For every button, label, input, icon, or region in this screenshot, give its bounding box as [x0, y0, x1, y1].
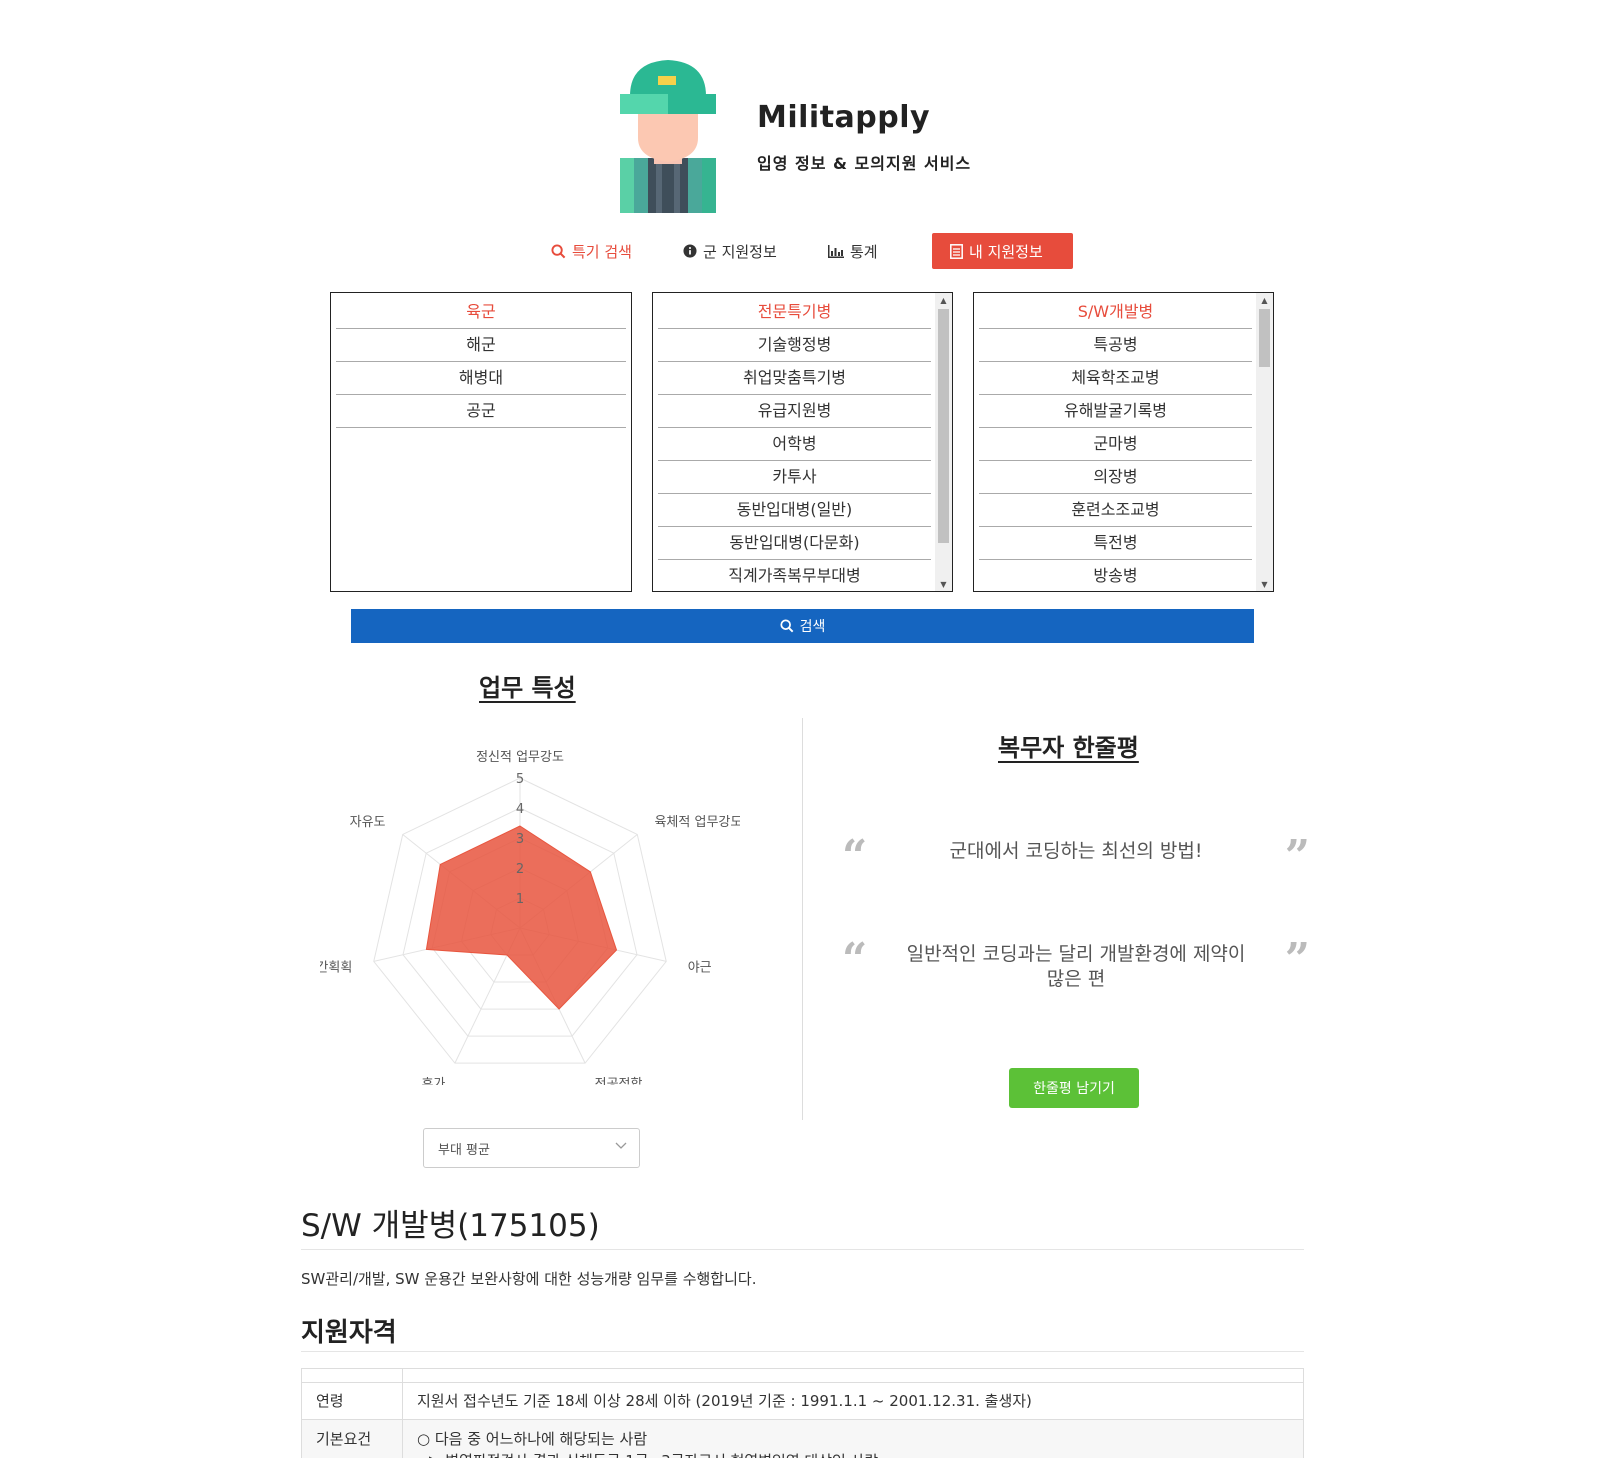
category-item[interactable]: 어학병 — [658, 428, 931, 461]
divider — [301, 1351, 1304, 1352]
category-item[interactable]: 취업맞춤특기병 — [658, 362, 931, 395]
bar-chart-icon — [828, 244, 844, 258]
scroll-down-icon[interactable]: ▼ — [935, 577, 952, 591]
radar-tick-label: 4 — [516, 802, 524, 817]
review-section-title: 복무자 한줄평 — [998, 734, 1139, 762]
row-value: 지원서 접수년도 기준 18세 이상 28세 이하 (2019년 기준 : 19… — [402, 1382, 1304, 1420]
specialty-item[interactable]: 방송병 — [979, 560, 1252, 591]
specialty-item[interactable]: 의장병 — [979, 461, 1252, 494]
radar-category-label: 시간획획 — [320, 960, 352, 975]
nav-label: 군 지원정보 — [703, 242, 777, 261]
search-icon — [780, 619, 794, 633]
qualification-title: 지원자격 — [301, 1318, 397, 1348]
radar-tick-label: 5 — [516, 772, 524, 787]
specialty-item[interactable]: S/W개발병 — [979, 296, 1252, 329]
specialty-item[interactable]: 군마병 — [979, 428, 1252, 461]
row-value: ○ 다음 중 어느하나에 해당되는 사람 — [417, 1430, 648, 1448]
scroll-down-icon[interactable]: ▼ — [1256, 577, 1273, 591]
category-list[interactable]: 전문특기병 기술행정병 취업맞춤특기병 유급지원병 어학병 카투사 동반입대병(… — [652, 292, 953, 592]
branch-list[interactable]: 육군 해군 해병대 공군 — [330, 292, 632, 592]
chevron-down-icon — [615, 1139, 627, 1154]
category-item[interactable]: 전문특기병 — [658, 296, 931, 329]
scroll-thumb[interactable] — [938, 309, 949, 543]
review-text: 일반적인 코딩과는 달리 개발환경에 제약이 많은 편 — [906, 943, 1246, 990]
nav-my-application[interactable]: 내 지원정보 — [932, 233, 1073, 269]
radar-category-label: 휴가 — [421, 1077, 445, 1085]
scroll-up-icon[interactable]: ▲ — [1256, 293, 1273, 307]
radar-category-label: 육체적 업무강도 — [654, 815, 740, 830]
nav-military-info[interactable]: 군 지원정보 — [683, 233, 777, 269]
nav-label: 특기 검색 — [572, 242, 632, 261]
category-item[interactable]: 기술행정병 — [658, 329, 931, 362]
category-item[interactable]: 카투사 — [658, 461, 931, 494]
document-icon — [950, 243, 963, 259]
specialty-item[interactable]: 체육학조교병 — [979, 362, 1252, 395]
row-value-sub: ▶ 병역판정검사 결과 신체등급 1급~3급자로서 현역병입영 대상인 사람 — [417, 1450, 1289, 1458]
work-section-title: 업무 특성 — [479, 674, 576, 702]
radar-category-label: 야근 — [688, 960, 712, 975]
branch-item[interactable]: 해병대 — [336, 362, 626, 395]
review-quote: “ 군대에서 코딩하는 최선의 방법! ” — [842, 835, 1310, 879]
search-button[interactable]: 검색 — [351, 609, 1254, 643]
scroll-thumb[interactable] — [1259, 309, 1270, 367]
qualification-table: 연령 지원서 접수년도 기준 18세 이상 28세 이하 (2019년 기준 :… — [301, 1368, 1304, 1458]
brand-subtitle: 입영 정보 & 모의지원 서비스 — [757, 154, 972, 173]
search-icon — [551, 243, 566, 259]
specialty-item[interactable]: 유해발굴기록병 — [979, 395, 1252, 428]
brand-title: Militapply — [757, 100, 931, 135]
open-quote-icon: “ — [842, 831, 868, 882]
radar-tick-label: 2 — [516, 862, 524, 877]
radar-tick-label: 1 — [516, 892, 524, 907]
review-quote: “ 일반적인 코딩과는 달리 개발환경에 제약이 많은 편 ” — [842, 938, 1310, 992]
branch-item[interactable]: 공군 — [336, 395, 626, 428]
search-button-label: 검색 — [799, 619, 826, 635]
specialty-scrollbar[interactable]: ▲ ▼ — [1256, 293, 1273, 591]
category-item[interactable]: 동반입대병(다문화) — [658, 527, 931, 560]
specialty-item[interactable]: 훈련소조교병 — [979, 494, 1252, 527]
table-header-row — [301, 1368, 1304, 1383]
row-key: 연령 — [301, 1382, 403, 1420]
work-radar-chart: 1 2 3 4 5 정신적 업무강도육체적 업무강도야근전공적합 휴가 시간획획 자유도 — [320, 750, 740, 1085]
table-row: 기본요건 ○ 다음 중 어느하나에 해당되는 사람 ▶ 병역판정검사 결과 신체… — [301, 1419, 1304, 1458]
review-text: 군대에서 코딩하는 최선의 방법! — [949, 840, 1203, 862]
specialty-item[interactable]: 특공병 — [979, 329, 1252, 362]
scroll-up-icon[interactable]: ▲ — [935, 293, 952, 307]
unit-average-select[interactable]: 부대 평균 — [423, 1128, 640, 1168]
table-row: 연령 지원서 접수년도 기준 18세 이상 28세 이하 (2019년 기준 :… — [301, 1382, 1304, 1420]
category-item[interactable]: 유급지원병 — [658, 395, 931, 428]
main-nav: 특기 검색 군 지원정보 통계 내 지원정보 — [0, 233, 1600, 269]
radar-category-label: 전공적합 — [595, 1077, 643, 1085]
category-item[interactable]: 동반입대병(일반) — [658, 494, 931, 527]
job-description: SW관리/개발, SW 운용간 보완사항에 대한 성능개량 임무를 수행합니다. — [301, 1270, 757, 1288]
specialty-list[interactable]: S/W개발병 특공병 체육학조교병 유해발굴기록병 군마병 의장병 훈련소조교병… — [973, 292, 1274, 592]
select-value: 부대 평균 — [438, 1142, 490, 1158]
open-quote-icon: “ — [842, 934, 868, 985]
close-quote-icon: ” — [1284, 934, 1310, 985]
row-key: 기본요건 — [301, 1419, 403, 1458]
category-scrollbar[interactable]: ▲ ▼ — [935, 293, 952, 591]
branch-item[interactable]: 육군 — [336, 296, 626, 329]
branch-item[interactable]: 해군 — [336, 329, 626, 362]
specialty-item[interactable]: 특전병 — [979, 527, 1252, 560]
nav-statistics[interactable]: 통계 — [828, 233, 878, 269]
radar-category-label: 자유도 — [350, 815, 386, 830]
section-divider — [802, 718, 803, 1120]
radar-category-label: 정신적 업무강도 — [476, 750, 564, 765]
category-item[interactable]: 직계가족복무부대병 — [658, 560, 931, 591]
divider — [301, 1249, 1304, 1250]
job-title: S/W 개발병(175105) — [301, 1208, 600, 1244]
nav-label: 통계 — [850, 242, 878, 261]
info-icon — [683, 244, 697, 258]
nav-label: 내 지원정보 — [969, 242, 1043, 261]
nav-specialty-search[interactable]: 특기 검색 — [551, 233, 632, 269]
close-quote-icon: ” — [1284, 831, 1310, 882]
soldier-logo-icon — [620, 58, 730, 213]
radar-tick-label: 3 — [516, 832, 524, 847]
leave-review-button[interactable]: 한줄평 남기기 — [1009, 1068, 1139, 1108]
row-value-cell: ○ 다음 중 어느하나에 해당되는 사람 ▶ 병역판정검사 결과 신체등급 1급… — [402, 1419, 1304, 1458]
